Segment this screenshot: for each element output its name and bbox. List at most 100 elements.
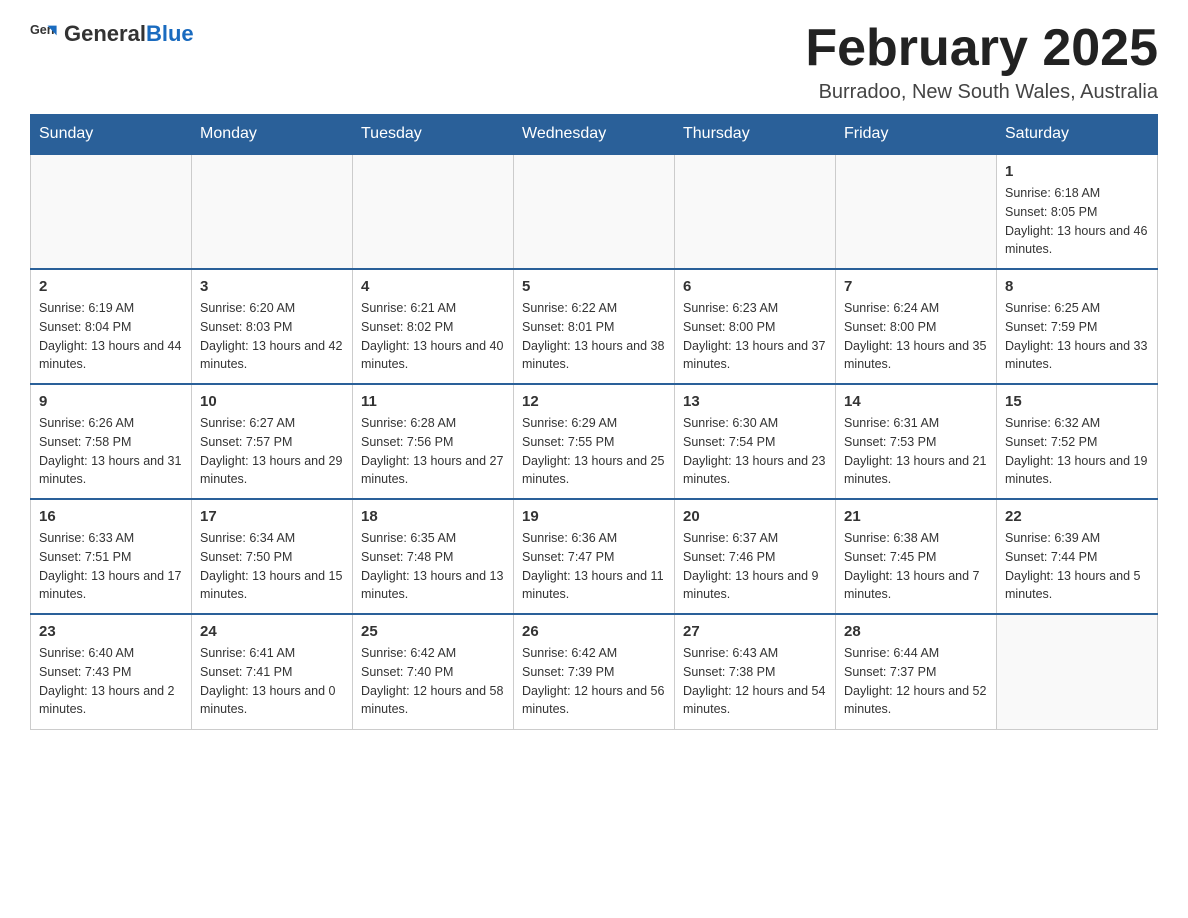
day-info: Sunrise: 6:31 AMSunset: 7:53 PMDaylight:… xyxy=(844,414,988,489)
day-info: Sunrise: 6:18 AMSunset: 8:05 PMDaylight:… xyxy=(1005,184,1149,259)
day-info: Sunrise: 6:32 AMSunset: 7:52 PMDaylight:… xyxy=(1005,414,1149,489)
day-info: Sunrise: 6:41 AMSunset: 7:41 PMDaylight:… xyxy=(200,644,344,719)
calendar-cell: 28 Sunrise: 6:44 AMSunset: 7:37 PMDayligh… xyxy=(836,614,997,729)
day-number: 6 xyxy=(683,278,827,295)
calendar-header-row: SundayMondayTuesdayWednesdayThursdayFrid… xyxy=(31,115,1158,155)
day-number: 3 xyxy=(200,278,344,295)
day-number: 28 xyxy=(844,623,988,640)
logo-text-blue: Blue xyxy=(146,21,194,46)
calendar-cell: 20Sunrise: 6:37 AMSunset: 7:46 PMDayligh… xyxy=(675,499,836,614)
weekday-header-wednesday: Wednesday xyxy=(514,115,675,155)
weekday-header-sunday: Sunday xyxy=(31,115,192,155)
day-number: 19 xyxy=(522,508,666,525)
day-number: 22 xyxy=(1005,508,1149,525)
day-info: Sunrise: 6:27 AMSunset: 7:57 PMDaylight:… xyxy=(200,414,344,489)
day-info: Sunrise: 6:21 AMSunset: 8:02 PMDaylight:… xyxy=(361,299,505,374)
calendar-cell: 3 Sunrise: 6:20 AMSunset: 8:03 PMDaylight… xyxy=(192,269,353,384)
day-info: Sunrise: 6:25 AMSunset: 7:59 PMDaylight:… xyxy=(1005,299,1149,374)
weekday-header-friday: Friday xyxy=(836,115,997,155)
day-info: Sunrise: 6:44 AMSunset: 7:37 PMDaylight:… xyxy=(844,644,988,719)
day-number: 27 xyxy=(683,623,827,640)
day-number: 26 xyxy=(522,623,666,640)
day-number: 10 xyxy=(200,393,344,410)
day-number: 23 xyxy=(39,623,183,640)
day-number: 4 xyxy=(361,278,505,295)
calendar-cell: 9 Sunrise: 6:26 AMSunset: 7:58 PMDaylight… xyxy=(31,384,192,499)
logo-text-general: General xyxy=(64,21,146,46)
calendar-cell: 13 Sunrise: 6:30 AMSunset: 7:54 PMDayligh… xyxy=(675,384,836,499)
calendar-cell xyxy=(675,154,836,269)
calendar-cell: 25 Sunrise: 6:42 AMSunset: 7:40 PMDayligh… xyxy=(353,614,514,729)
day-number: 24 xyxy=(200,623,344,640)
day-number: 25 xyxy=(361,623,505,640)
calendar-cell: 11 Sunrise: 6:28 AMSunset: 7:56 PMDayligh… xyxy=(353,384,514,499)
day-number: 12 xyxy=(522,393,666,410)
title-block: February 2025 Burradoo, New South Wales,… xyxy=(805,20,1158,104)
calendar-cell: 12 Sunrise: 6:29 AMSunset: 7:55 PMDayligh… xyxy=(514,384,675,499)
day-number: 8 xyxy=(1005,278,1149,295)
day-info: Sunrise: 6:29 AMSunset: 7:55 PMDaylight:… xyxy=(522,414,666,489)
day-info: Sunrise: 6:19 AMSunset: 8:04 PMDaylight:… xyxy=(39,299,183,374)
day-info: Sunrise: 6:23 AMSunset: 8:00 PMDaylight:… xyxy=(683,299,827,374)
calendar-cell: 19 Sunrise: 6:36 AMSunset: 7:47 PMDayligh… xyxy=(514,499,675,614)
logo-icon: Gen xyxy=(30,20,58,48)
week-row-3: 9 Sunrise: 6:26 AMSunset: 7:58 PMDaylight… xyxy=(31,384,1158,499)
day-info: Sunrise: 6:42 AMSunset: 7:40 PMDaylight:… xyxy=(361,644,505,719)
day-info: Sunrise: 6:28 AMSunset: 7:56 PMDaylight:… xyxy=(361,414,505,489)
day-number: 5 xyxy=(522,278,666,295)
week-row-4: 16 Sunrise: 6:33 AMSunset: 7:51 PMDayligh… xyxy=(31,499,1158,614)
day-info: Sunrise: 6:43 AMSunset: 7:38 PMDaylight:… xyxy=(683,644,827,719)
calendar-cell xyxy=(836,154,997,269)
calendar-cell: 27 Sunrise: 6:43 AMSunset: 7:38 PMDayligh… xyxy=(675,614,836,729)
page-header: Gen GeneralBlue February 2025 Burradoo, … xyxy=(30,20,1158,104)
calendar-cell xyxy=(31,154,192,269)
day-number: 1 xyxy=(1005,163,1149,180)
day-info: Sunrise: 6:20 AMSunset: 8:03 PMDaylight:… xyxy=(200,299,344,374)
weekday-header-tuesday: Tuesday xyxy=(353,115,514,155)
day-info: Sunrise: 6:40 AMSunset: 7:43 PMDaylight:… xyxy=(39,644,183,719)
day-info: Sunrise: 6:30 AMSunset: 7:54 PMDaylight:… xyxy=(683,414,827,489)
month-title: February 2025 xyxy=(805,20,1158,77)
day-number: 21 xyxy=(844,508,988,525)
calendar-cell: 14 Sunrise: 6:31 AMSunset: 7:53 PMDayligh… xyxy=(836,384,997,499)
day-info: Sunrise: 6:24 AMSunset: 8:00 PMDaylight:… xyxy=(844,299,988,374)
calendar-cell: 22 Sunrise: 6:39 AMSunset: 7:44 PMDayligh… xyxy=(997,499,1158,614)
day-info: Sunrise: 6:33 AMSunset: 7:51 PMDaylight:… xyxy=(39,529,183,604)
week-row-5: 23 Sunrise: 6:40 AMSunset: 7:43 PMDayligh… xyxy=(31,614,1158,729)
calendar-cell: 23 Sunrise: 6:40 AMSunset: 7:43 PMDayligh… xyxy=(31,614,192,729)
calendar-cell: 17 Sunrise: 6:34 AMSunset: 7:50 PMDayligh… xyxy=(192,499,353,614)
week-row-2: 2 Sunrise: 6:19 AMSunset: 8:04 PMDaylight… xyxy=(31,269,1158,384)
location-title: Burradoo, New South Wales, Australia xyxy=(805,81,1158,104)
week-row-1: 1 Sunrise: 6:18 AMSunset: 8:05 PMDaylight… xyxy=(31,154,1158,269)
day-number: 9 xyxy=(39,393,183,410)
calendar-cell: 24 Sunrise: 6:41 AMSunset: 7:41 PMDayligh… xyxy=(192,614,353,729)
day-number: 7 xyxy=(844,278,988,295)
day-info: Sunrise: 6:26 AMSunset: 7:58 PMDaylight:… xyxy=(39,414,183,489)
calendar-table: SundayMondayTuesdayWednesdayThursdayFrid… xyxy=(30,114,1158,730)
weekday-header-saturday: Saturday xyxy=(997,115,1158,155)
day-info: Sunrise: 6:36 AMSunset: 7:47 PMDaylight:… xyxy=(522,529,666,604)
calendar-cell: 5 Sunrise: 6:22 AMSunset: 8:01 PMDaylight… xyxy=(514,269,675,384)
day-number: 11 xyxy=(361,393,505,410)
day-number: 15 xyxy=(1005,393,1149,410)
day-info: Sunrise: 6:22 AMSunset: 8:01 PMDaylight:… xyxy=(522,299,666,374)
calendar-cell: 7 Sunrise: 6:24 AMSunset: 8:00 PMDaylight… xyxy=(836,269,997,384)
calendar-cell: 26Sunrise: 6:42 AMSunset: 7:39 PMDayligh… xyxy=(514,614,675,729)
day-number: 16 xyxy=(39,508,183,525)
calendar-cell xyxy=(997,614,1158,729)
day-number: 17 xyxy=(200,508,344,525)
day-info: Sunrise: 6:37 AMSunset: 7:46 PMDaylight:… xyxy=(683,529,827,604)
calendar-cell: 15 Sunrise: 6:32 AMSunset: 7:52 PMDayligh… xyxy=(997,384,1158,499)
calendar-cell: 18Sunrise: 6:35 AMSunset: 7:48 PMDayligh… xyxy=(353,499,514,614)
weekday-header-monday: Monday xyxy=(192,115,353,155)
svg-text:Gen: Gen xyxy=(30,23,55,37)
calendar-cell xyxy=(353,154,514,269)
calendar-cell: 2 Sunrise: 6:19 AMSunset: 8:04 PMDaylight… xyxy=(31,269,192,384)
calendar-cell: 1 Sunrise: 6:18 AMSunset: 8:05 PMDaylight… xyxy=(997,154,1158,269)
day-info: Sunrise: 6:34 AMSunset: 7:50 PMDaylight:… xyxy=(200,529,344,604)
weekday-header-thursday: Thursday xyxy=(675,115,836,155)
day-info: Sunrise: 6:39 AMSunset: 7:44 PMDaylight:… xyxy=(1005,529,1149,604)
day-number: 14 xyxy=(844,393,988,410)
day-number: 2 xyxy=(39,278,183,295)
day-number: 13 xyxy=(683,393,827,410)
